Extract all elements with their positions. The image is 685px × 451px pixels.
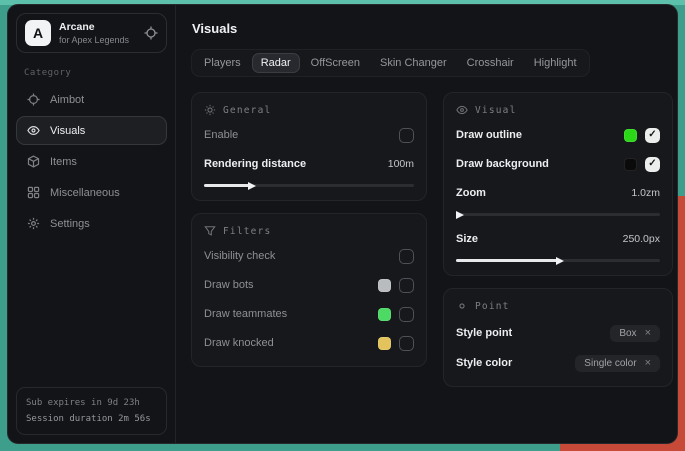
tab-radar[interactable]: Radar (252, 53, 300, 73)
visibility-check-label: Visibility check (204, 250, 275, 262)
sidebar-item-aimbot[interactable]: Aimbot (16, 85, 167, 114)
draw-background-color-swatch[interactable] (624, 158, 637, 171)
remove-icon[interactable]: × (645, 328, 651, 339)
app-title-block: Arcane for Apex Legends (59, 21, 129, 45)
draw-bots-label: Draw bots (204, 279, 254, 291)
sub-expires-text: Sub expires in 9d 23h (26, 395, 157, 411)
draw-knocked-label: Draw knocked (204, 337, 274, 349)
zoom-slider[interactable] (456, 213, 660, 216)
draw-background-checkbox[interactable] (645, 157, 660, 172)
left-column: General Enable Rendering distance 100m (191, 92, 427, 379)
enable-checkbox[interactable] (399, 128, 414, 143)
draw-outline-color-swatch[interactable] (624, 129, 637, 142)
panel-general: General Enable Rendering distance 100m (191, 92, 427, 201)
tab-highlight[interactable]: Highlight (525, 53, 586, 73)
visibility-check-checkbox[interactable] (399, 249, 414, 264)
draw-bots-checkbox[interactable] (399, 278, 414, 293)
session-duration-text: Session duration 2m 56s (26, 411, 157, 427)
draw-outline-checkbox[interactable] (645, 128, 660, 143)
grid-icon (27, 186, 40, 199)
sidebar-item-settings[interactable]: Settings (16, 209, 167, 238)
panel-title: Filters (223, 226, 271, 237)
eye-icon (456, 104, 468, 116)
style-color-label: Style color (456, 357, 512, 369)
sidebar-item-miscellaneous[interactable]: Miscellaneous (16, 178, 167, 207)
slider-handle[interactable] (556, 257, 564, 265)
rendering-distance-value: 100m (388, 158, 414, 170)
draw-outline-label: Draw outline (456, 129, 522, 141)
style-point-label: Style point (456, 327, 512, 339)
draw-bots-color-swatch[interactable] (378, 279, 391, 292)
style-point-select[interactable]: Box × (610, 325, 660, 342)
sidebar-item-label: Items (50, 156, 77, 168)
tab-offscreen[interactable]: OffScreen (302, 53, 369, 73)
dot-icon (456, 300, 468, 312)
funnel-icon (204, 225, 216, 237)
sidebar-item-label: Settings (50, 218, 90, 230)
category-label: Category (24, 68, 163, 78)
panel-title: Point (475, 301, 510, 312)
style-color-select[interactable]: Single color × (575, 355, 660, 372)
sidebar: A Arcane for Apex Legends Category Aimbo… (8, 5, 176, 443)
slider-handle[interactable] (248, 182, 256, 190)
draw-teammates-color-swatch[interactable] (378, 308, 391, 321)
style-point-value: Box (619, 328, 636, 339)
app-logo: A (25, 20, 51, 46)
tab-bar: Players Radar OffScreen Skin Changer Cro… (191, 49, 590, 77)
page-title: Visuals (192, 21, 662, 36)
slider-handle[interactable] (456, 211, 464, 219)
panel-title: Visual (475, 105, 517, 116)
draw-background-label: Draw background (456, 158, 549, 170)
sidebar-item-label: Visuals (50, 125, 85, 137)
sun-icon (204, 104, 216, 116)
panel-title: General (223, 105, 271, 116)
sidebar-item-label: Miscellaneous (50, 187, 120, 199)
panel-visual: Visual Draw outline Draw background (443, 92, 673, 276)
app-header-card: A Arcane for Apex Legends (16, 13, 167, 53)
sidebar-item-items[interactable]: Items (16, 147, 167, 176)
app-subtitle: for Apex Legends (59, 35, 129, 45)
scan-icon[interactable] (144, 26, 158, 40)
draw-teammates-label: Draw teammates (204, 308, 287, 320)
main-content: Visuals Players Radar OffScreen Skin Cha… (176, 5, 677, 443)
tab-skin-changer[interactable]: Skin Changer (371, 53, 456, 73)
visuals-icon (27, 124, 40, 137)
zoom-label: Zoom (456, 187, 486, 199)
subscription-status-card: Sub expires in 9d 23h Session duration 2… (16, 387, 167, 435)
size-value: 250.0px (623, 233, 660, 245)
sidebar-item-visuals[interactable]: Visuals (16, 116, 167, 145)
draw-knocked-color-swatch[interactable] (378, 337, 391, 350)
zoom-value: 1.0zm (631, 187, 660, 199)
remove-icon[interactable]: × (645, 358, 651, 369)
sidebar-item-label: Aimbot (50, 94, 84, 106)
enable-label: Enable (204, 129, 238, 141)
gear-icon (27, 217, 40, 230)
size-label: Size (456, 233, 478, 245)
tab-crosshair[interactable]: Crosshair (458, 53, 523, 73)
panel-point: Point Style point Box × Style color Sing… (443, 288, 673, 387)
size-slider[interactable] (456, 259, 660, 262)
panel-filters: Filters Visibility check Draw bots (191, 213, 427, 367)
right-column: Visual Draw outline Draw background (443, 92, 673, 399)
crosshair-icon (27, 93, 40, 106)
draw-knocked-checkbox[interactable] (399, 336, 414, 351)
style-color-value: Single color (584, 358, 636, 369)
rendering-distance-slider[interactable] (204, 184, 414, 187)
draw-teammates-checkbox[interactable] (399, 307, 414, 322)
tab-players[interactable]: Players (195, 53, 250, 73)
cube-icon (27, 155, 40, 168)
app-name: Arcane (59, 21, 129, 33)
app-window: A Arcane for Apex Legends Category Aimbo… (7, 4, 678, 444)
rendering-distance-label: Rendering distance (204, 158, 306, 170)
